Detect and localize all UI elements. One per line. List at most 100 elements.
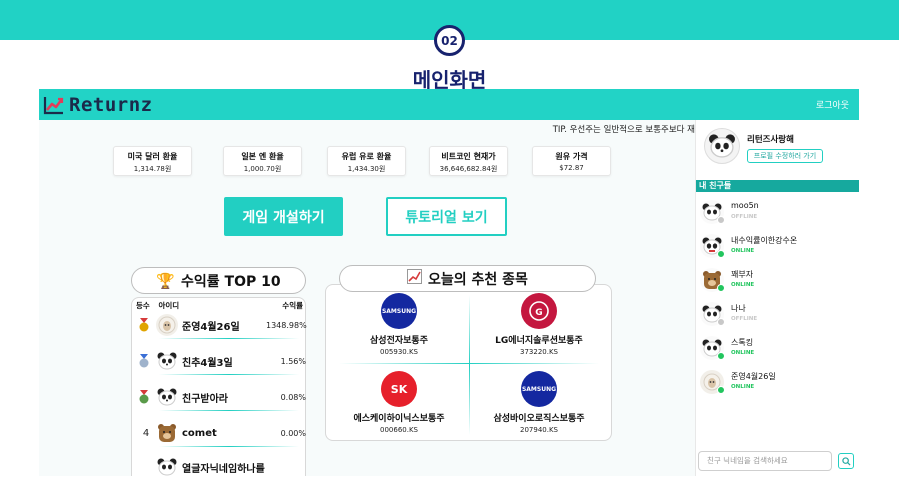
ranking-number: 4 [142, 427, 150, 439]
svg-text:G: G [535, 308, 542, 318]
silver-medal-icon [139, 354, 149, 368]
friend-status: OFFLINE [731, 214, 758, 220]
logout-link[interactable]: 로그아웃 [816, 98, 849, 111]
friend-item[interactable]: 스톡킹 ONLINE [700, 336, 855, 362]
ranking-name: 친추4월3일 [182, 357, 233, 369]
panda-avatar [156, 386, 178, 408]
brand-logo[interactable]: Returnz [43, 93, 153, 116]
stock-name: LG에너지솔루션보통주 [495, 336, 583, 346]
chart-logo-icon [43, 96, 64, 114]
step-number-badge: 02 [434, 25, 465, 56]
chart-up-icon [407, 269, 423, 288]
recommend-item[interactable]: SAMSUNG 삼성전자보통주 005930.KS [329, 293, 469, 356]
rate-label: 원유 가격 [555, 152, 588, 161]
status-dot [717, 318, 725, 326]
panda-avatar [156, 350, 178, 372]
friends-sidebar: 리턴즈사랑해 프로필 수정하러 가기 내 친구들 moo5n OFFLINE 내… [695, 120, 859, 476]
profile-avatar[interactable] [704, 128, 740, 164]
col-rate: 수익률 [282, 301, 303, 310]
status-dot [717, 216, 725, 224]
ranking-row[interactable]: 준영4월26일 1348.98% [136, 312, 307, 338]
status-dot [717, 386, 725, 394]
friend-status: ONLINE [731, 248, 755, 254]
ranking-title: 🏆 수익률 TOP 10 [131, 267, 306, 294]
ranking-row[interactable]: 열글자닉네임하나를 [136, 454, 306, 476]
friend-name: 준영4월26일 [731, 372, 776, 381]
ranking-rate: 0.00% [280, 428, 306, 438]
recommend-item[interactable]: G LG에너지솔루션보통주 373220.KS [469, 293, 609, 356]
panda-avatar [156, 456, 178, 476]
stock-code: 000660.KS [380, 426, 418, 434]
samsung-logo-icon: SAMSUNG [381, 293, 417, 329]
friend-status: ONLINE [731, 282, 755, 288]
friend-item[interactable]: 내수익률이한강수온 ONLINE [700, 234, 855, 260]
friend-status: ONLINE [731, 350, 755, 356]
rate-label: 비트코인 현재가 [441, 152, 496, 161]
friend-item[interactable]: 준영4월26일 ONLINE [700, 370, 855, 396]
row-divider [159, 338, 299, 339]
navbar: Returnz 로그아웃 [39, 89, 859, 120]
row-divider [159, 446, 299, 447]
friend-item[interactable]: 나나 OFFLINE [700, 302, 855, 328]
recommend-item[interactable]: SK 에스케이하이닉스보통주 000660.KS [329, 371, 469, 434]
samsung-logo-icon: SAMSUNG [521, 371, 557, 407]
edit-profile-button[interactable]: 프로필 수정하러 가기 [747, 149, 823, 163]
friend-search-input[interactable]: 친구 닉네임을 검색하세요 [698, 451, 832, 471]
brand-name: Returnz [69, 93, 153, 116]
bronze-medal-icon [139, 390, 149, 404]
col-id: 아이디 [158, 301, 180, 310]
ranking-title-text: 수익률 TOP 10 [181, 273, 281, 290]
stock-code: 373220.KS [520, 348, 558, 356]
friend-item[interactable]: 꽤부자 ONLINE [700, 268, 855, 294]
stock-name: 삼성전자보통주 [370, 336, 428, 346]
ranking-rate: 0.08% [280, 392, 306, 402]
sheep-avatar [156, 314, 178, 336]
rate-card-usd: 미국 달러 환율 1,314.78원 [113, 146, 192, 176]
rate-card-jpy: 일본 엔 환율 1,000.70원 [223, 146, 302, 176]
recommend-title-text: 오늘의 추천 종목 [428, 271, 528, 288]
friend-name: 꽤부자 [731, 270, 754, 279]
trophy-icon: 🏆 [156, 271, 176, 290]
ranking-name: 친구받아라 [182, 393, 228, 405]
friend-status: ONLINE [731, 384, 755, 390]
friends-header: 내 친구들 [696, 180, 859, 192]
stock-name: 에스케이하이닉스보통주 [353, 414, 445, 424]
rate-value: 1,434.30원 [347, 165, 386, 173]
friend-name: 나나 [731, 304, 746, 313]
status-dot [717, 284, 725, 292]
rate-card-btc: 비트코인 현재가 36,646,682.84원 [429, 146, 508, 176]
tip-ticker: TIP. 우선주는 일반적으로 보통주보다 재 [552, 125, 695, 135]
sk-logo-icon: SK [381, 371, 417, 407]
profile-name: 리턴즈사랑해 [747, 135, 794, 145]
ranking-name: comet [182, 427, 217, 439]
row-divider [159, 410, 299, 411]
rate-label: 미국 달러 환율 [127, 152, 178, 161]
col-rank: 등수 [136, 301, 150, 310]
ranking-row[interactable]: 친구받아라 0.08% [136, 384, 306, 410]
ranking-name: 준영4월26일 [182, 321, 240, 333]
friend-name: 내수익률이한강수온 [731, 236, 798, 245]
rate-value: 1,000.70원 [243, 165, 282, 173]
gold-medal-icon [139, 318, 149, 332]
search-icon [841, 456, 851, 466]
ranking-header: 등수 아이디 수익률 [136, 300, 306, 311]
recommend-title: 오늘의 추천 종목 [339, 265, 596, 292]
create-game-button[interactable]: 게임 개설하기 [224, 197, 343, 236]
ranking-name: 열글자닉네임하나를 [182, 463, 265, 475]
row-divider [159, 374, 299, 375]
ranking-row[interactable]: 친추4월3일 1.56% [136, 348, 306, 374]
rate-card-oil: 원유 가격 $72.87 [532, 146, 611, 176]
app-window: Returnz 로그아웃 TIP. 우선주는 일반적으로 보통주보다 재 미국 … [39, 89, 859, 476]
search-button[interactable] [838, 453, 854, 469]
ranking-rate: 1348.98% [266, 320, 307, 330]
friend-item[interactable]: moo5n OFFLINE [700, 200, 855, 226]
ranking-row[interactable]: 4 comet 0.00% [136, 420, 306, 446]
rate-value: 1,314.78원 [133, 165, 172, 173]
friend-name: moo5n [731, 201, 759, 210]
status-dot [717, 352, 725, 360]
recommend-item[interactable]: SAMSUNG 삼성바이오로직스보통주 207940.KS [469, 371, 609, 434]
tutorial-button[interactable]: 튜토리얼 보기 [386, 197, 507, 236]
lg-logo-icon: G [521, 293, 557, 329]
bear-avatar [156, 422, 178, 444]
stock-code: 005930.KS [380, 348, 418, 356]
